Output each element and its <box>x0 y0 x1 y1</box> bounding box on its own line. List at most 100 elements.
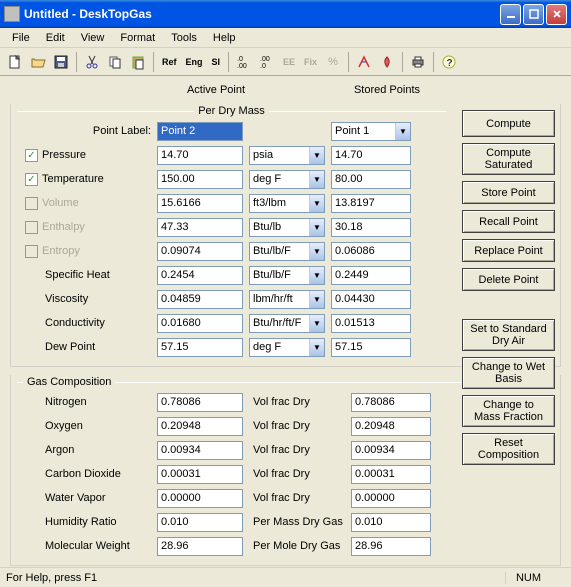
active-volume-input[interactable] <box>157 194 243 213</box>
save-file-icon[interactable] <box>50 51 72 73</box>
recall-point-button[interactable]: Recall Point <box>462 210 555 233</box>
temperature-unit-select[interactable]: deg F▼ <box>249 170 325 189</box>
entropy-unit-select[interactable]: Btu/lb/F▼ <box>249 242 325 261</box>
viscosity-lbl: Viscosity <box>17 293 157 305</box>
volume-unit-select[interactable]: ft3/lbm▼ <box>249 194 325 213</box>
change-mass-fraction-button[interactable]: Change to Mass Fraction <box>462 395 555 427</box>
viscosity-unit-select[interactable]: lbm/hr/ft▼ <box>249 290 325 309</box>
molecular-weight-lbl: Molecular Weight <box>17 540 157 552</box>
compute-button[interactable]: Compute <box>462 110 555 137</box>
cut-icon[interactable] <box>81 51 103 73</box>
point-label-lbl: Point Label: <box>17 125 157 137</box>
active-temperature-input[interactable] <box>157 170 243 189</box>
specific-heat-unit-select[interactable]: Btu/lb/F▼ <box>249 266 325 285</box>
dew-point-unit-select[interactable]: deg F▼ <box>249 338 325 357</box>
temperature-checkbox[interactable]: ✓ <box>25 173 38 186</box>
change-wet-basis-button[interactable]: Change to Wet Basis <box>462 357 555 389</box>
menu-help[interactable]: Help <box>205 30 244 46</box>
humidity-ratio-lbl: Humidity Ratio <box>17 516 157 528</box>
percent-icon[interactable]: % <box>322 51 344 73</box>
oxygen-active-input[interactable] <box>157 417 243 436</box>
menu-format[interactable]: Format <box>112 30 163 46</box>
oxygen-stored-input[interactable] <box>351 417 431 436</box>
stored-volume-input[interactable] <box>331 194 411 213</box>
help-icon[interactable]: ? <box>438 51 460 73</box>
menu-tools[interactable]: Tools <box>163 30 205 46</box>
entropy-checkbox[interactable] <box>25 245 38 258</box>
tool-icon-1[interactable] <box>353 51 375 73</box>
active-enthalpy-input[interactable] <box>157 218 243 237</box>
enthalpy-unit-select[interactable]: Btu/lb▼ <box>249 218 325 237</box>
tool-icon-2[interactable] <box>376 51 398 73</box>
humidity-ratio-stored-input[interactable] <box>351 513 431 532</box>
group-title-2: Gas Composition <box>23 376 115 388</box>
argon-active-input[interactable] <box>157 441 243 460</box>
stored-viscosity-input[interactable] <box>331 290 411 309</box>
active-dew-point-input[interactable] <box>157 338 243 357</box>
status-bar: For Help, press F1 NUM <box>0 567 571 587</box>
svg-text:.0: .0 <box>237 56 243 63</box>
humidity-ratio-active-input[interactable] <box>157 513 243 532</box>
volume-checkbox[interactable] <box>25 197 38 210</box>
stored-temperature-input[interactable] <box>331 170 411 189</box>
reset-composition-button[interactable]: Reset Composition <box>462 433 555 465</box>
active-viscosity-input[interactable] <box>157 290 243 309</box>
stored-entropy-input[interactable] <box>331 242 411 261</box>
new-file-icon[interactable] <box>4 51 26 73</box>
stored-dew-point-input[interactable] <box>331 338 411 357</box>
delete-point-button[interactable]: Delete Point <box>462 268 555 291</box>
conductivity-unit-select[interactable]: Btu/hr/ft/F▼ <box>249 314 325 333</box>
print-icon[interactable] <box>407 51 429 73</box>
molecular-weight-active-input[interactable] <box>157 537 243 556</box>
stored-enthalpy-input[interactable] <box>331 218 411 237</box>
ee-button[interactable]: EE <box>279 51 299 73</box>
argon-stored-input[interactable] <box>351 441 431 460</box>
molecular-weight-unit: Per Mole Dry Gas <box>249 540 351 552</box>
water-vapor-stored-input[interactable] <box>351 489 431 508</box>
menu-edit[interactable]: Edit <box>38 30 73 46</box>
copy-icon[interactable] <box>104 51 126 73</box>
store-point-button[interactable]: Store Point <box>462 181 555 204</box>
nitrogen-stored-input[interactable] <box>351 393 431 412</box>
stored-point-select[interactable]: Point 1▼ <box>331 122 411 141</box>
active-pressure-input[interactable] <box>157 146 243 165</box>
paste-icon[interactable] <box>127 51 149 73</box>
maximize-button[interactable] <box>523 4 544 25</box>
menu-file[interactable]: File <box>4 30 38 46</box>
status-num: NUM <box>505 572 545 584</box>
active-conductivity-input[interactable] <box>157 314 243 333</box>
open-file-icon[interactable] <box>27 51 49 73</box>
menu-view[interactable]: View <box>73 30 113 46</box>
active-point-label-input[interactable] <box>157 122 243 141</box>
conductivity-lbl: Conductivity <box>17 317 157 329</box>
ref-button[interactable]: Ref <box>158 51 181 73</box>
water-vapor-active-input[interactable] <box>157 489 243 508</box>
svg-text:?: ? <box>447 58 453 69</box>
close-button[interactable] <box>546 4 567 25</box>
active-entropy-input[interactable] <box>157 242 243 261</box>
increase-decimal-icon[interactable]: .0.00 <box>233 51 255 73</box>
co2-active-input[interactable] <box>157 465 243 484</box>
stored-pressure-input[interactable] <box>331 146 411 165</box>
active-specific-heat-input[interactable] <box>157 266 243 285</box>
app-icon <box>4 6 20 22</box>
replace-point-button[interactable]: Replace Point <box>462 239 555 262</box>
si-button[interactable]: SI <box>208 51 225 73</box>
decrease-decimal-icon[interactable]: .00.0 <box>256 51 278 73</box>
co2-lbl: Carbon Dioxide <box>17 468 157 480</box>
pressure-checkbox[interactable]: ✓ <box>25 149 38 162</box>
volume-lbl: Volume <box>42 197 79 209</box>
nitrogen-active-input[interactable] <box>157 393 243 412</box>
co2-stored-input[interactable] <box>351 465 431 484</box>
active-point-header: Active Point <box>170 84 262 96</box>
compute-saturated-button[interactable]: Compute Saturated <box>462 143 555 175</box>
enthalpy-checkbox[interactable] <box>25 221 38 234</box>
fix-button[interactable]: Fix <box>300 51 321 73</box>
minimize-button[interactable] <box>500 4 521 25</box>
set-standard-dry-air-button[interactable]: Set to Standard Dry Air <box>462 319 555 351</box>
pressure-unit-select[interactable]: psia▼ <box>249 146 325 165</box>
eng-button[interactable]: Eng <box>182 51 207 73</box>
stored-conductivity-input[interactable] <box>331 314 411 333</box>
molecular-weight-stored-input[interactable] <box>351 537 431 556</box>
stored-specific-heat-input[interactable] <box>331 266 411 285</box>
